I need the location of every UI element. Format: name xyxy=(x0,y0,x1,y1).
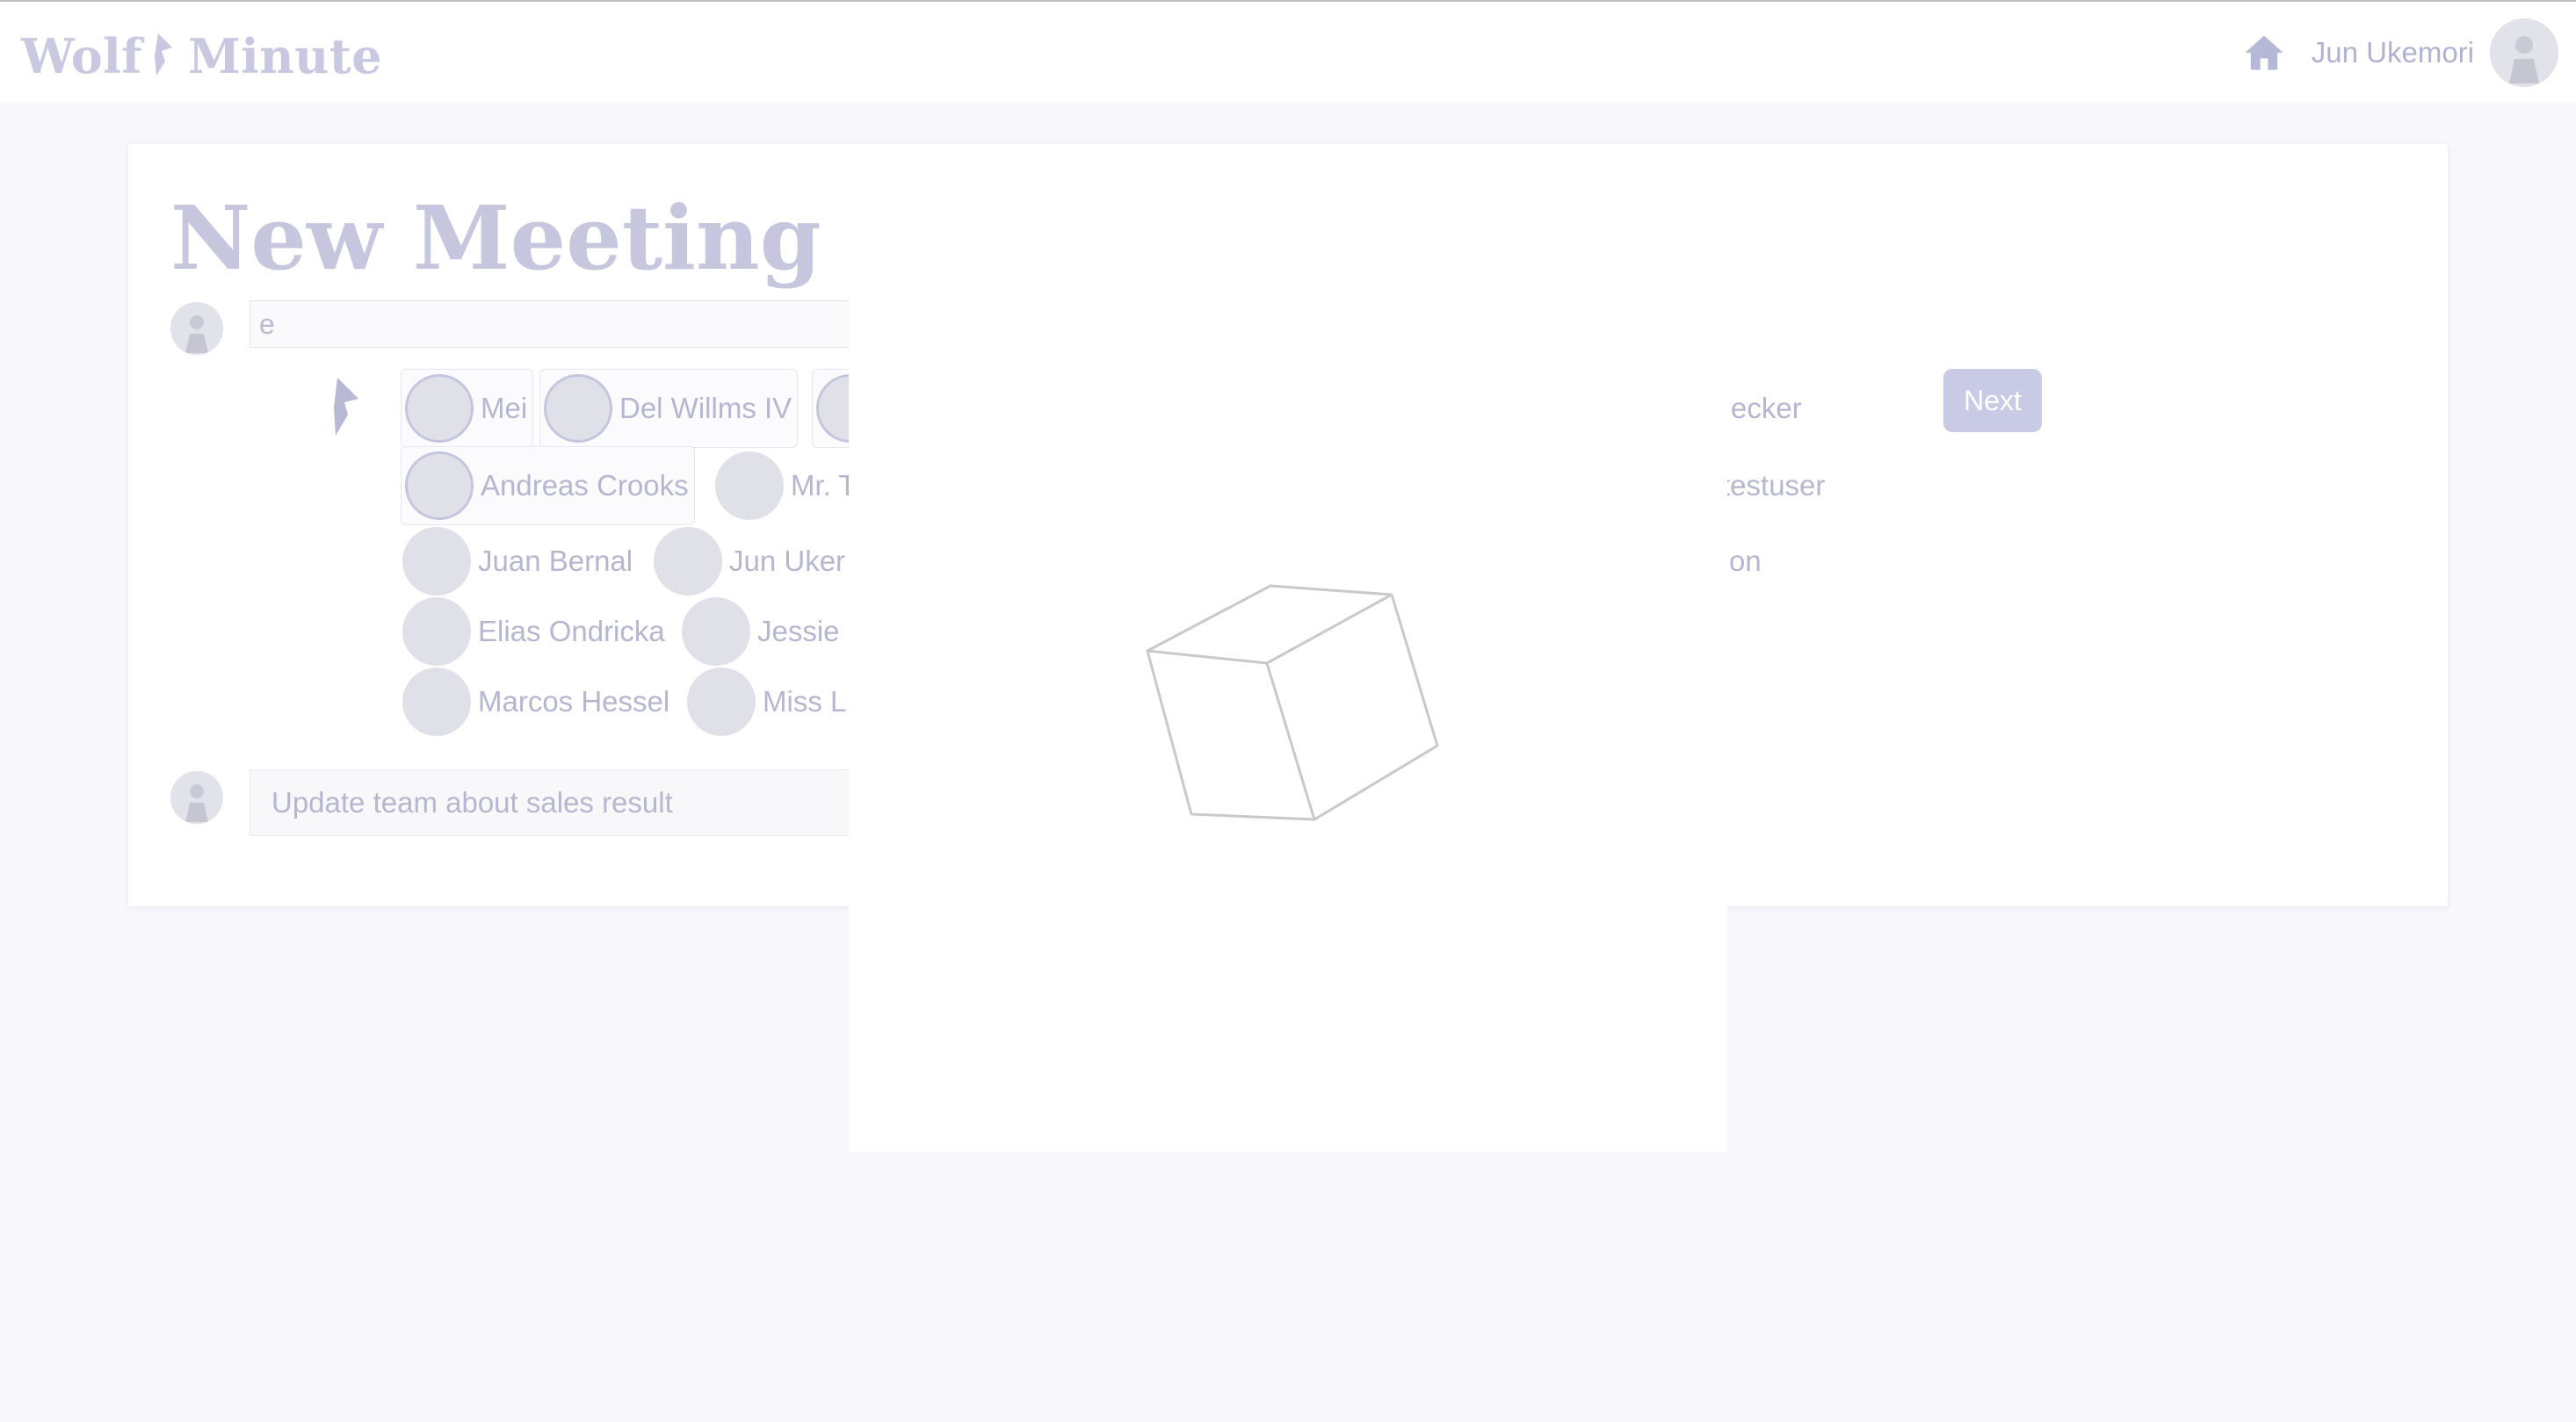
participant-chip-jessie[interactable]: Jessie xyxy=(678,592,840,671)
wolf-logo-icon xyxy=(155,33,173,76)
avatar-image xyxy=(170,302,223,355)
participant-name: Andreas Crooks xyxy=(481,469,689,502)
participant-name: Elias Ondricka xyxy=(478,615,665,647)
participant-chip-on[interactable]: on xyxy=(1729,522,1762,601)
top-navbar: Wolf Minute Jun Ukemori xyxy=(0,0,2576,102)
participant-chip-mei[interactable]: Mei xyxy=(401,369,534,448)
participant-chip-ecker[interactable]: ecker xyxy=(1731,369,1802,448)
participant-name: Juan Bernal xyxy=(478,545,633,577)
participant-name: Jessie xyxy=(757,615,840,647)
brand-logo[interactable]: Wolf Minute xyxy=(21,21,382,91)
participant-chip-mr-t[interactable]: Mr. T xyxy=(712,446,857,525)
next-button[interactable]: Next xyxy=(1943,369,2042,432)
participant-photo xyxy=(402,527,471,596)
brand-text-wolf: Wolf xyxy=(21,28,143,84)
avatar-image xyxy=(2490,18,2558,87)
participant-chip-del-willms[interactable]: Del Willms IV xyxy=(539,369,799,448)
participant-name: Mr. T xyxy=(791,469,857,502)
participant-photo xyxy=(405,451,474,520)
participant-name: testuser xyxy=(1722,469,1826,502)
participant-name: Del Willms IV xyxy=(619,392,792,424)
organizer-avatar xyxy=(170,302,223,355)
agenda-avatar xyxy=(170,771,223,824)
participant-name: ecker xyxy=(1731,392,1802,424)
user-name[interactable]: Jun Ukemori xyxy=(2312,36,2474,69)
participant-chip-elias-ondricka[interactable]: Elias Ondricka xyxy=(399,592,665,671)
brand-text-minute: Minute xyxy=(188,28,383,84)
participant-chip-andreas-crooks[interactable]: Andreas Crooks xyxy=(401,446,695,525)
participant-name: Marcos Hessel xyxy=(478,685,670,718)
participant-chip-testuser[interactable]: testuser xyxy=(1722,446,1825,525)
participant-chip-juan-bernal[interactable]: Juan Bernal xyxy=(399,522,633,601)
participant-chip-miss-l[interactable]: Miss L xyxy=(684,662,846,741)
participant-photo xyxy=(715,451,784,520)
participant-photo xyxy=(402,668,471,736)
participant-photo xyxy=(682,597,750,666)
participant-photo xyxy=(544,374,612,443)
home-icon[interactable] xyxy=(2241,30,2287,76)
participant-name: Miss L xyxy=(763,685,847,718)
wolf-logo-icon xyxy=(334,378,358,436)
participant-chip-jun-ukemori[interactable]: Jun Uker xyxy=(650,522,845,601)
participant-name: Mei xyxy=(481,392,528,424)
page-title: New Meeting xyxy=(170,186,821,290)
participant-photo xyxy=(654,527,722,596)
avatar-image xyxy=(170,771,223,824)
participant-photo xyxy=(402,597,471,666)
user-nav: Jun Ukemori xyxy=(2241,18,2558,88)
participant-name: on xyxy=(1729,545,1762,577)
user-avatar[interactable] xyxy=(2490,18,2558,87)
participant-chip-marcos-hessel[interactable]: Marcos Hessel xyxy=(399,662,669,741)
participant-photo xyxy=(687,668,756,736)
participant-photo xyxy=(405,374,474,443)
cube-loader-icon xyxy=(1146,584,1439,821)
loading-modal xyxy=(849,287,1727,1151)
participant-name: Jun Uker xyxy=(729,545,846,577)
